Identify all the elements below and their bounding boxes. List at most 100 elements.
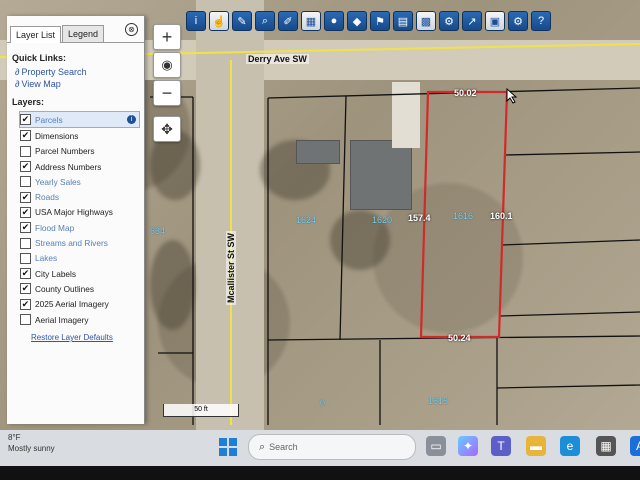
zoom-controls: + ◉ − ✥ (153, 24, 181, 142)
street-label-mcallister: Mcallister St SW (226, 230, 236, 305)
layer-item[interactable]: ✔ County Outlines (20, 281, 144, 296)
tab-legend[interactable]: Legend (62, 25, 105, 42)
layer-checkbox[interactable] (20, 145, 31, 157)
dimension-label: 160.1 (490, 211, 513, 221)
teams-icon[interactable]: T (491, 436, 511, 456)
app-icon[interactable]: A (630, 436, 640, 456)
help-icon[interactable]: ? (531, 11, 551, 31)
parcel-number: 1620 (372, 215, 393, 225)
export-icon[interactable]: ↗ (462, 11, 482, 31)
search-placeholder: Search (269, 442, 298, 452)
screen-bezel (0, 466, 640, 480)
layer-item[interactable]: ✔ Flood Map (20, 220, 144, 235)
zoom-out-button[interactable]: − (153, 80, 181, 106)
layer-item[interactable]: ✔ City Labels (20, 266, 144, 281)
dimension-label: 50.24 (448, 333, 471, 343)
close-icon[interactable]: ⊗ (125, 23, 138, 36)
task-view-icon[interactable]: ▭ (426, 436, 446, 456)
layer-checkbox[interactable] (20, 176, 31, 188)
tab-layer-list[interactable]: Layer List (10, 26, 62, 43)
layer-checkbox[interactable]: ✔ (20, 191, 31, 203)
layer-item[interactable]: ✔ Dimensions (20, 128, 144, 143)
file-explorer-icon[interactable]: ▬ (526, 436, 546, 456)
parcel-number: 0 (320, 398, 326, 408)
layer-label: Streams and Rivers (35, 238, 108, 249)
layer-item[interactable]: Streams and Rivers (20, 235, 144, 250)
draw-icon[interactable]: ✐ (278, 11, 298, 31)
quick-link-property-search[interactable]: ∂ Property Search (15, 67, 144, 77)
layer-item[interactable]: Aerial Imagery (20, 312, 144, 327)
info-icon[interactable]: i (127, 115, 136, 125)
weather-widget[interactable]: 8°F Mostly sunny (8, 432, 55, 454)
layer-item[interactable]: Lakes (20, 251, 144, 266)
restore-defaults-link[interactable]: Restore Layer Defaults (31, 333, 144, 342)
layer-checkbox[interactable] (20, 252, 31, 264)
layer-checkbox[interactable]: ✔ (20, 222, 31, 234)
info-icon[interactable]: i (186, 11, 206, 31)
layer-checkbox[interactable] (20, 314, 31, 325)
dimension-label: 50.02 (454, 88, 477, 98)
photo-icon[interactable]: ▩ (416, 11, 436, 31)
layer-label: USA Major Highways (35, 207, 113, 218)
store-icon[interactable]: ▦ (596, 436, 616, 456)
zoom-in-button[interactable]: + (153, 24, 181, 50)
globe-icon[interactable]: ◉ (153, 52, 181, 78)
taskbar: 8°F Mostly sunny ⌕ Search ▭ ✦ T ▬ e ▦ A (0, 430, 640, 466)
map-toolbar: i ☝ ✎ ⌕ ✐ ▦ ● ◆ ⚑ ▤ ▩ ⚙ ↗ ▣ ⚙ ? (186, 4, 551, 38)
layer-label: Flood Map (35, 222, 75, 233)
search-icon: ⌕ (259, 440, 266, 453)
layer-item[interactable]: ✔ USA Major Highways (20, 205, 144, 220)
layer-checkbox[interactable]: ✔ (20, 206, 31, 218)
screen: Derry Ave SW Mcallister St SW 1624 1620 … (0, 0, 640, 430)
layer-panel: Layer List Legend ⊗ Quick Links: ∂ Proper… (7, 16, 145, 424)
layer-item[interactable]: ✔ Parcels i (19, 111, 140, 129)
tools-icon[interactable]: ⚙ (439, 11, 459, 31)
query-icon[interactable]: ⌕ (255, 11, 275, 31)
copilot-icon[interactable]: ✦ (458, 436, 478, 456)
select-icon[interactable]: ☝ (209, 11, 229, 31)
layer-item[interactable]: Parcel Numbers (20, 144, 144, 159)
layer-checkbox[interactable]: ✔ (20, 283, 31, 295)
layer-checkbox[interactable]: ✔ (20, 114, 31, 126)
link-icon: ∂ (15, 79, 20, 89)
layer-item[interactable]: ✔ 2025 Aerial Imagery (20, 297, 144, 312)
layer-checkbox[interactable]: ✔ (20, 298, 31, 310)
layer-item[interactable]: Yearly Sales (20, 174, 144, 189)
taskbar-search[interactable]: ⌕ Search (248, 434, 416, 460)
pan-icon[interactable]: ✥ (153, 116, 181, 142)
layer-label: Address Numbers (35, 161, 102, 172)
layer-label: Yearly Sales (35, 176, 81, 187)
layer-checkbox[interactable]: ✔ (20, 130, 31, 142)
parcel-number: 634 (150, 226, 166, 236)
layer-item[interactable]: ✔ Address Numbers (20, 159, 144, 174)
dimension-label: 157.4 (408, 213, 431, 223)
layer-item[interactable]: ✔ Roads (20, 189, 144, 204)
start-button[interactable] (219, 438, 237, 456)
quick-link-view-map[interactable]: ∂ View Map (15, 79, 144, 89)
weather-desc: Mostly sunny (8, 444, 55, 453)
layers-icon[interactable]: ◆ (347, 11, 367, 31)
quick-links-heading: Quick Links: (12, 53, 67, 63)
measure-icon[interactable]: ✎ (232, 11, 252, 31)
share-icon[interactable]: ▣ (485, 11, 505, 31)
layer-label: Roads (35, 192, 59, 203)
layer-label: Aerial Imagery (35, 314, 89, 325)
layer-label: County Outlines (35, 283, 95, 294)
settings-icon[interactable]: ⚙ (508, 11, 528, 31)
layer-label: Dimensions (35, 130, 79, 141)
edge-icon[interactable]: e (560, 436, 580, 456)
scale-bar: 50 ft (163, 404, 239, 417)
basemap-icon[interactable]: ▤ (393, 11, 413, 31)
layer-checkbox[interactable]: ✔ (20, 161, 31, 173)
layer-checkbox[interactable]: ✔ (20, 268, 31, 280)
layer-label: Lakes (35, 253, 58, 264)
layer-checkbox[interactable] (20, 237, 31, 249)
parcel-number: 1624 (296, 215, 317, 225)
print-icon[interactable]: ▦ (301, 11, 321, 31)
layer-label: Parcel Numbers (35, 146, 95, 157)
link-icon: ∂ (15, 67, 20, 77)
marker-icon[interactable]: ● (324, 11, 344, 31)
layer-list: ✔ Parcels i ✔ Dimensions Parcel Numbers ✔ Addre… (7, 111, 144, 327)
bookmark-icon[interactable]: ⚑ (370, 11, 390, 31)
parcel-number: 1615 (428, 396, 449, 406)
